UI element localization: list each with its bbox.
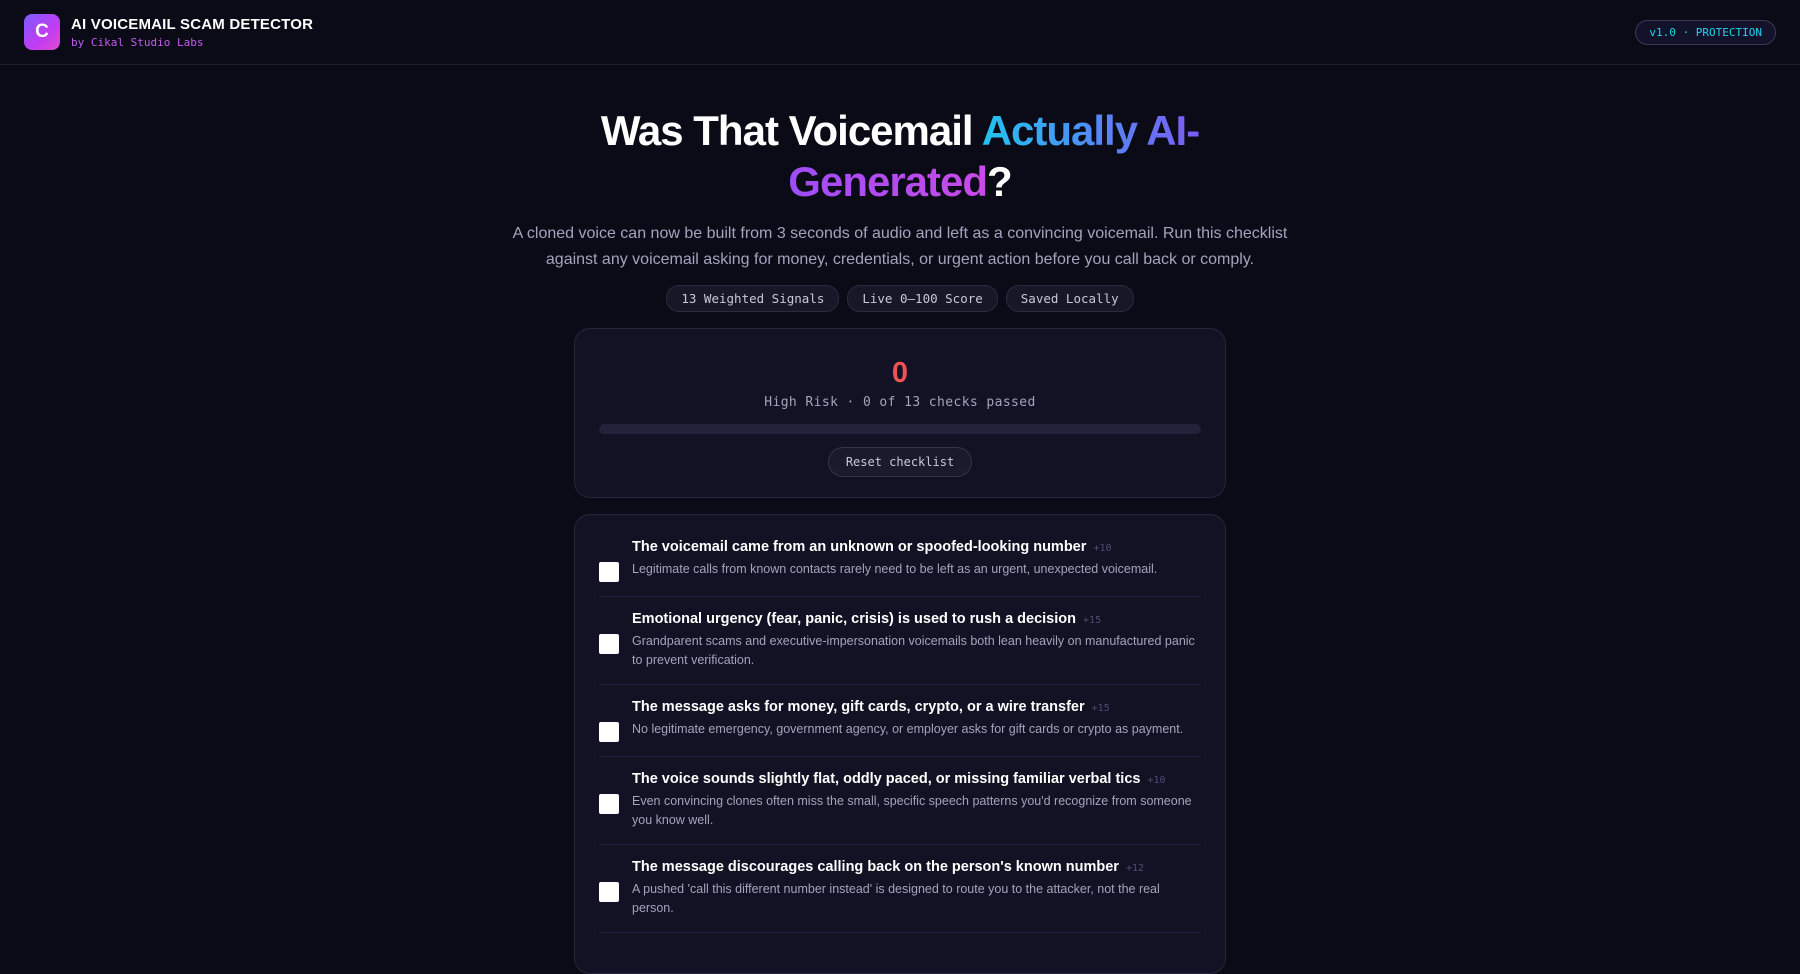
checklist-item[interactable]: The voice sounds slightly flat, oddly pa…: [599, 757, 1201, 845]
checklist-item-description: Even convincing clones often miss the sm…: [632, 794, 1192, 827]
weight-badge: +15: [1091, 703, 1110, 714]
feature-pill: Live 0–100 Score: [847, 285, 998, 312]
weight-badge: +10: [1093, 543, 1112, 554]
checklist: The voicemail came from an unknown or sp…: [574, 514, 1226, 974]
page-description: A cloned voice can now be built from 3 s…: [512, 225, 1288, 268]
version-badge: v1.0 · PROTECTION: [1635, 19, 1776, 45]
checklist-item-description: Legitimate calls from known contacts rar…: [632, 562, 1158, 576]
checklist-item[interactable]: Emotional urgency (fear, panic, crisis) …: [599, 597, 1201, 685]
feature-pill: Saved Locally: [1005, 285, 1134, 312]
risk-status: High Risk · 0 of 13 checks passed: [764, 395, 1036, 410]
checkbox[interactable]: [599, 562, 619, 582]
checklist-item-description: A pushed 'call this different number ins…: [632, 882, 1160, 915]
brand[interactable]: C AI VOICEMAIL SCAM DETECTOR by Cikal St…: [24, 14, 313, 50]
checkbox[interactable]: [599, 634, 619, 654]
checklist-item-title: The message discourages calling back on …: [632, 859, 1145, 875]
checklist-item-title: The message asks for money, gift cards, …: [632, 699, 1110, 715]
weight-badge: +12: [1125, 863, 1145, 874]
checkbox[interactable]: [599, 882, 619, 902]
checklist-item[interactable]: The message asks for money, gift cards, …: [599, 685, 1201, 757]
checklist-item[interactable]: The message discourages calling back on …: [599, 845, 1201, 933]
checkbox[interactable]: [599, 722, 619, 742]
checklist-item-title: Emotional urgency (fear, panic, crisis) …: [632, 611, 1102, 627]
checklist-item-description: No legitimate emergency, government agen…: [632, 722, 1184, 736]
reset-checklist-button[interactable]: Reset checklist: [827, 447, 973, 477]
checkbox[interactable]: [599, 794, 619, 814]
score-progress-bar: [599, 424, 1201, 434]
score-card: 0 High Risk · 0 of 13 checks passed Rese…: [574, 328, 1226, 498]
weight-badge: +10: [1147, 775, 1166, 786]
app-logo: C: [24, 14, 60, 50]
weight-badge: +15: [1083, 615, 1102, 626]
hero: Was That Voicemail Actually AI- Generated…: [0, 105, 1800, 312]
checklist-item-title: The voicemail came from an unknown or sp…: [632, 539, 1112, 555]
app-title: AI VOICEMAIL SCAM DETECTOR: [71, 15, 314, 33]
app-subtitle: by Cikal Studio Labs: [71, 35, 204, 49]
feature-pills: 13 Weighted Signals Live 0–100 Score Sav…: [0, 285, 1800, 312]
checklist-item[interactable]: The voicemail came from an unknown or sp…: [599, 525, 1201, 597]
risk-score: 0: [891, 357, 909, 389]
top-bar: C AI VOICEMAIL SCAM DETECTOR by Cikal St…: [0, 0, 1800, 65]
feature-pill: 13 Weighted Signals: [666, 285, 840, 312]
page-title: Was That Voicemail Actually AI- Generated…: [600, 107, 1200, 205]
checklist-item-description: Grandparent scams and executive-imperson…: [632, 634, 1195, 667]
checklist-item-title: The voice sounds slightly flat, oddly pa…: [632, 771, 1166, 787]
